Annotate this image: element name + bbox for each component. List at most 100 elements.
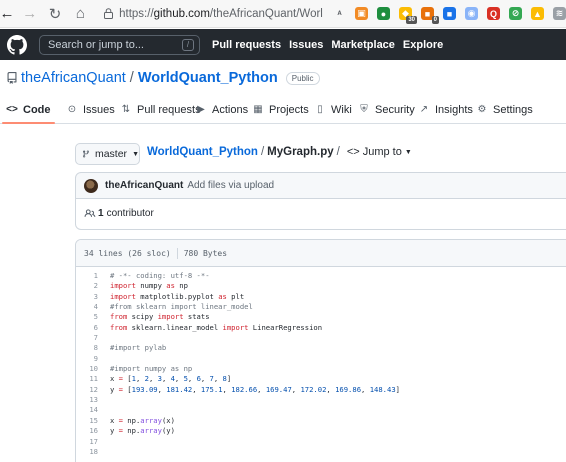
file-info-divider: [176, 247, 178, 259]
file-line-count: 34 lines (26 sloc): [84, 248, 171, 258]
browser-toolbar: ← → ↻ ⌂ https://github.com/theAfricanQua…: [0, 0, 566, 28]
code-icon: <>: [6, 104, 18, 115]
search-placeholder: Search or jump to...: [48, 38, 144, 51]
line-content: x = [1, 2, 3, 4, 5, 6, 7, 8]: [110, 374, 232, 384]
code-line: 1 # -*- coding: utf-8 -*-: [76, 271, 566, 281]
line-content: import matplotlib.pyplot as plt: [110, 291, 245, 301]
repo-owner-link[interactable]: theAfricanQuant: [21, 70, 126, 86]
line-number[interactable]: 16: [76, 426, 98, 436]
line-number[interactable]: 5: [76, 312, 98, 322]
code-line: 17: [76, 437, 566, 447]
global-nav-marketplace[interactable]: Marketplace: [331, 39, 395, 51]
commit-author-link[interactable]: theAfricanQuant: [105, 180, 183, 191]
github-header: Search or jump to... / Pull requests Issu…: [0, 29, 566, 60]
github-logo-icon[interactable]: [7, 34, 27, 55]
tab-projects[interactable]: ▦ Projects: [252, 96, 309, 123]
commit-message-link[interactable]: Add files via upload: [187, 180, 274, 191]
extension-gray-icon[interactable]: ≋: [553, 7, 566, 20]
code-line: 15 x = np.array(x): [76, 416, 566, 426]
tab-label: Issues: [83, 103, 115, 116]
extension-q-icon[interactable]: Q: [487, 7, 501, 20]
extension-green-icon[interactable]: ●: [377, 7, 391, 20]
repo-name-link[interactable]: WorldQuant_Python: [138, 70, 278, 86]
global-nav-explore[interactable]: Explore: [403, 39, 443, 51]
line-number[interactable]: 4: [76, 302, 98, 312]
tab-label: Projects: [269, 103, 309, 116]
line-number[interactable]: 12: [76, 385, 98, 395]
line-number[interactable]: 11: [76, 374, 98, 384]
line-content: import numpy as np: [110, 281, 188, 291]
extension-badge: 0: [431, 16, 440, 24]
tab-actions[interactable]: ▶ Actions: [195, 96, 248, 123]
line-number[interactable]: 10: [76, 364, 98, 374]
repo-icon: [7, 72, 17, 84]
code-line: 10 #import numpy as np: [76, 364, 566, 374]
jump-chevron-down-icon[interactable]: ▼: [405, 149, 412, 156]
global-nav-pull-requests[interactable]: Pull requests: [212, 39, 281, 51]
extension-blue-icon[interactable]: ■: [443, 7, 457, 20]
search-input[interactable]: Search or jump to... /: [39, 34, 200, 55]
line-number[interactable]: 18: [76, 447, 98, 457]
actions-icon: ▶: [197, 104, 205, 115]
extension-multicolor-icon[interactable]: ◆ 30: [399, 7, 418, 24]
global-nav: Pull requests Issues Marketplace Explore: [212, 39, 443, 51]
line-number[interactable]: 3: [76, 292, 98, 302]
line-number[interactable]: 15: [76, 416, 98, 426]
tab-wiki[interactable]: ▯ Wiki: [314, 96, 352, 123]
extension-orange2-icon[interactable]: ■ 0: [421, 7, 440, 24]
line-number[interactable]: 8: [76, 343, 98, 353]
avatar[interactable]: [84, 178, 98, 193]
extension-orange-icon[interactable]: ▣: [355, 7, 369, 20]
code-line: 7: [76, 333, 566, 343]
line-number[interactable]: 1: [76, 271, 98, 281]
tab-security[interactable]: ⛨ Security: [358, 96, 415, 123]
global-nav-issues[interactable]: Issues: [289, 39, 323, 51]
line-content: [98, 437, 110, 447]
line-number[interactable]: 9: [76, 354, 98, 364]
line-content: #import pylab: [110, 343, 167, 353]
tab-insights[interactable]: ↗ Insights: [418, 96, 473, 123]
line-content: [98, 447, 110, 457]
code-line: 9: [76, 354, 566, 364]
extension-lime-icon[interactable]: ⊘: [509, 7, 523, 20]
contributor-count: 1: [98, 208, 104, 219]
code-listing[interactable]: 1 # -*- coding: utf-8 -*- 2 import numpy as…: [76, 267, 566, 457]
contributors-row[interactable]: 1 contributor: [75, 198, 566, 230]
line-number[interactable]: 2: [76, 281, 98, 291]
url-path: /theAfricanQuant/WorldQuant...: [209, 7, 323, 20]
tab-label: Code: [23, 103, 51, 116]
home-icon[interactable]: ⌂: [71, 4, 90, 24]
tab-label: Actions: [212, 103, 249, 116]
line-number[interactable]: 13: [76, 395, 98, 405]
tab-code[interactable]: <> Code: [2, 96, 54, 124]
tab-settings[interactable]: ⚙ Settings: [476, 96, 533, 123]
extension-color-icon[interactable]: ◉: [465, 7, 479, 20]
visibility-badge: Public: [285, 71, 320, 85]
code-line: 14: [76, 405, 566, 415]
branch-name: master: [94, 148, 128, 160]
line-number[interactable]: 14: [76, 405, 98, 415]
url-scheme: https://: [119, 7, 154, 20]
contributor-label: contributor: [106, 208, 154, 219]
code-line: 3 import matplotlib.pyplot as plt: [76, 292, 566, 302]
line-number[interactable]: 6: [76, 323, 98, 333]
forward-arrow-icon[interactable]: →: [20, 4, 39, 24]
projects-icon: ▦: [253, 104, 263, 115]
tab-pull-requests[interactable]: ⇅ Pull requests: [120, 96, 201, 123]
chevron-down-icon: ▼: [132, 150, 139, 158]
address-bar[interactable]: https://github.com/theAfricanQuant/World…: [104, 4, 323, 24]
gear-icon: ⚙: [477, 104, 487, 115]
shield-icon: ⛨: [360, 104, 368, 115]
reader-icon-icon[interactable]: ᴬ: [333, 7, 346, 20]
jump-to-button[interactable]: <> Jump to: [347, 146, 402, 158]
tab-issues[interactable]: ⊙ Issues: [66, 96, 115, 123]
back-arrow-icon[interactable]: ←: [0, 4, 15, 24]
breadcrumb-repo-link[interactable]: WorldQuant_Python: [147, 146, 258, 158]
breadcrumb: WorldQuant_Python / MyGraph.py / <> Jump…: [147, 146, 412, 158]
line-number[interactable]: 7: [76, 333, 98, 343]
branch-select-button[interactable]: master ▼: [75, 143, 140, 165]
extension-drive-icon[interactable]: ▲: [531, 7, 545, 20]
breadcrumb-separator: /: [260, 146, 265, 158]
reload-icon[interactable]: ↻: [45, 4, 64, 24]
line-number[interactable]: 17: [76, 437, 98, 447]
